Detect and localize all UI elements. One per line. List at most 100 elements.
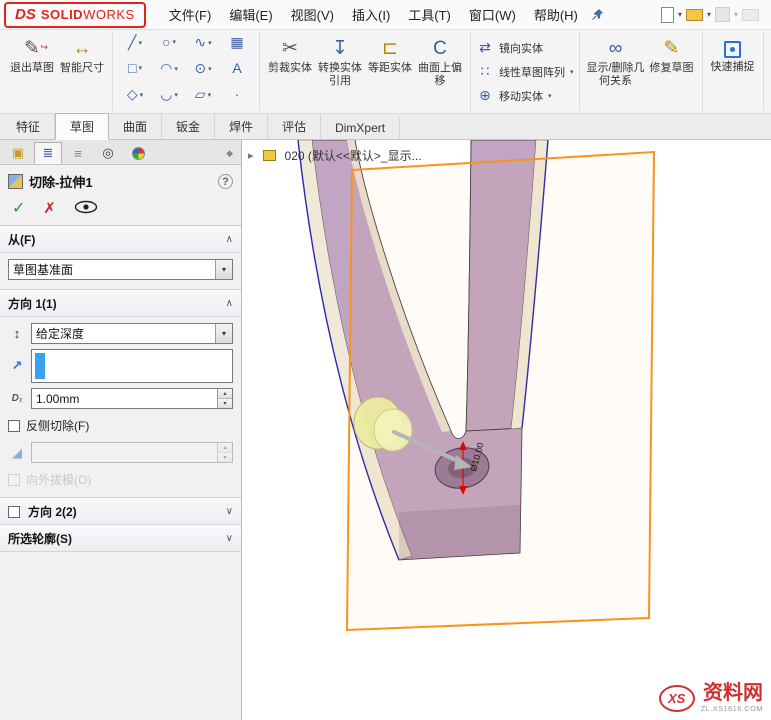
chevron-up-icon[interactable]: ∧ (226, 234, 233, 245)
dropdown-caret-icon[interactable]: ▾ (172, 38, 176, 46)
mirror-entities-button[interactable]: ⇄ 镜向实体 (476, 37, 543, 58)
cancel-button[interactable]: ✗ (43, 199, 56, 217)
chevron-up-icon[interactable]: ∧ (226, 298, 233, 309)
reverse-direction-icon[interactable]: ↕ (8, 326, 26, 341)
help-icon[interactable]: ? (218, 174, 233, 189)
sketch-tool-3point-arc[interactable]: ◡ ▾ (152, 86, 186, 103)
offset-entities-button[interactable]: ⊏ 等距实体 (365, 34, 415, 77)
exit-sketch-button[interactable]: ✎ ↪ 退出草图 (7, 34, 57, 77)
ok-button[interactable]: ✓ (12, 198, 25, 218)
depth-spinner[interactable]: ▴ ▾ (217, 389, 232, 408)
convert-entities-button[interactable]: ↧ 转换实体引用 (315, 34, 365, 90)
flip-side-checkbox[interactable] (8, 419, 20, 432)
tab-sheet-metal[interactable]: 钣金 (162, 114, 216, 139)
menu-view[interactable]: 视图(V) (282, 0, 343, 29)
move-entities-icon: ⊕ (479, 87, 491, 103)
sketch-plane[interactable] (345, 150, 656, 632)
sketch-tool-arc[interactable]: ◠ ▾ (152, 60, 186, 77)
configurationmanager-tab[interactable]: ≡ (64, 142, 92, 164)
tab-sketch[interactable]: 草图 (55, 113, 110, 140)
menu-tools[interactable]: 工具(T) (399, 0, 460, 29)
repair-sketch-button[interactable]: ✎ 修复草图 (647, 34, 697, 77)
save-icon[interactable] (714, 7, 730, 22)
dropdown-caret-icon[interactable]: ▾ (570, 68, 574, 76)
pin-menu-icon[interactable] (591, 8, 604, 21)
section-direction2-header[interactable]: 方向 2(2) ∨ (0, 498, 241, 525)
tab-weldments[interactable]: 焊件 (215, 114, 269, 139)
offset-on-surface-button[interactable]: C 曲面上偏移 (415, 34, 465, 90)
dropdown-caret-icon[interactable]: ▾ (174, 91, 178, 99)
sketch-tool-text[interactable]: A (220, 60, 254, 76)
menu-insert[interactable]: 插入(I) (343, 0, 399, 29)
display-delete-relations-button[interactable]: ∞ 显示/删除几何关系 (585, 34, 647, 90)
menu-file[interactable]: 文件(F) (160, 0, 221, 29)
flip-side-to-cut-row[interactable]: 反侧切除(F) (8, 417, 233, 434)
featuremanager-tab[interactable]: ▣ (4, 142, 32, 164)
sketch-tool-picture[interactable]: ▦ (220, 34, 254, 51)
dropdown-caret-icon[interactable]: ▾ (208, 65, 212, 73)
section-direction1-body: ↕ 给定深度 ▾ ↗ D₁ 1.00mm ▴ ▾ 反侧切除(F) ◢ ▴ ▾ 向… (0, 317, 241, 498)
start-condition-select[interactable]: 草图基准面 ▾ (8, 259, 233, 280)
chevron-down-icon[interactable]: ∨ (226, 506, 233, 517)
dropdown-caret-icon[interactable]: ▾ (138, 39, 142, 47)
part-tree-label[interactable]: 020 (默认<<默认>_显示... (285, 147, 422, 164)
select-caret-icon[interactable]: ▾ (215, 260, 232, 279)
sketch-tool-polygon[interactable]: ◇ ▾ (118, 86, 152, 103)
menu-edit[interactable]: 编辑(E) (220, 0, 281, 29)
depth-input[interactable]: 1.00mm ▴ ▾ (31, 388, 233, 409)
trim-entities-button[interactable]: ✂ 剪裁实体 (265, 34, 315, 77)
dropdown-caret-icon[interactable]: ▾ (174, 65, 178, 73)
dropdown-caret-icon[interactable]: ▾ (208, 39, 212, 47)
move-entities-button[interactable]: ⊕ 移动实体 ▾ (476, 85, 552, 106)
section-from-header[interactable]: 从(F) ∧ (0, 226, 241, 253)
end-condition-select[interactable]: 给定深度 ▾ (31, 323, 233, 344)
propertymanager-tab[interactable]: ≣ (34, 142, 62, 164)
section-direction1-header[interactable]: 方向 1(1) ∧ (0, 290, 241, 317)
chevron-down-icon[interactable]: ∨ (226, 533, 233, 544)
section-selected-contours-header[interactable]: 所选轮廓(S) ∨ (0, 525, 241, 552)
sketch-tool-parallelogram[interactable]: ▱ ▾ (186, 86, 220, 103)
dropdown-caret-icon[interactable]: ▾ (548, 92, 552, 100)
sketch-tool-spline[interactable]: ∿ ▾ (186, 34, 220, 51)
open-caret-icon[interactable]: ▾ (707, 10, 711, 19)
menu-window[interactable]: 窗口(W) (460, 0, 525, 29)
sketch-tool-line[interactable]: ╱ ▾ (118, 34, 152, 51)
sketch-tool-circle[interactable]: ○ ▾ (152, 34, 186, 50)
dropdown-caret-icon[interactable]: ▾ (208, 91, 212, 99)
tab-surfaces[interactable]: 曲面 (109, 114, 163, 139)
new-document-caret-icon[interactable]: ▾ (678, 10, 682, 19)
spin-up-icon[interactable]: ▴ (218, 389, 232, 399)
spin-down-icon[interactable]: ▾ (218, 399, 232, 408)
tab-dimxpert[interactable]: DimXpert (321, 117, 401, 139)
sketch-tool-point[interactable]: · (220, 86, 254, 102)
dropdown-caret-icon[interactable]: ▾ (140, 91, 144, 99)
smart-dimension-button[interactable]: ↔ 智能尺寸 (57, 34, 107, 77)
displaymanager-tab[interactable] (124, 142, 152, 164)
save-caret-icon[interactable]: ▾ (734, 10, 738, 19)
direction-reference-box[interactable] (31, 349, 233, 383)
spin-down-icon[interactable]: ▾ (218, 453, 232, 462)
select-caret-icon[interactable]: ▾ (215, 324, 232, 343)
spin-up-icon[interactable]: ▴ (218, 443, 232, 453)
direction2-checkbox[interactable] (8, 505, 20, 518)
open-folder-icon[interactable] (685, 8, 703, 21)
sketch-tool-ellipse[interactable]: ⊙ ▾ (186, 60, 220, 77)
draft-icon[interactable]: ◢ (8, 445, 26, 461)
model-3d-view[interactable]: Ø10.00 (242, 140, 771, 720)
tab-features[interactable]: 特征 (2, 114, 56, 139)
preview-eye-icon[interactable] (74, 200, 98, 217)
sketch-tool-rectangle[interactable]: □ ▾ (118, 60, 152, 76)
dropdown-caret-icon[interactable]: ▾ (138, 64, 142, 72)
quick-snaps-button[interactable]: 快速捕捉 (708, 34, 758, 76)
graphics-area[interactable]: ▸ 020 (默认<<默认>_显示... XS 资料网 ZL.XS1616.CO… (242, 140, 771, 720)
panel-splitter-icon[interactable]: ◆ (222, 148, 237, 164)
draft-angle-input[interactable]: ▴ ▾ (31, 442, 233, 463)
tree-expand-arrow-icon[interactable]: ▸ (248, 149, 254, 162)
menu-help[interactable]: 帮助(H) (525, 0, 587, 29)
print-icon[interactable] (742, 8, 759, 21)
dimxpertmanager-tab[interactable]: ◎ (94, 142, 122, 164)
linear-sketch-pattern-button[interactable]: ∷ 线性草图阵列 ▾ (476, 61, 574, 82)
tab-evaluate[interactable]: 评估 (268, 114, 322, 139)
new-document-icon[interactable] (660, 6, 674, 23)
draft-spinner[interactable]: ▴ ▾ (217, 443, 232, 462)
